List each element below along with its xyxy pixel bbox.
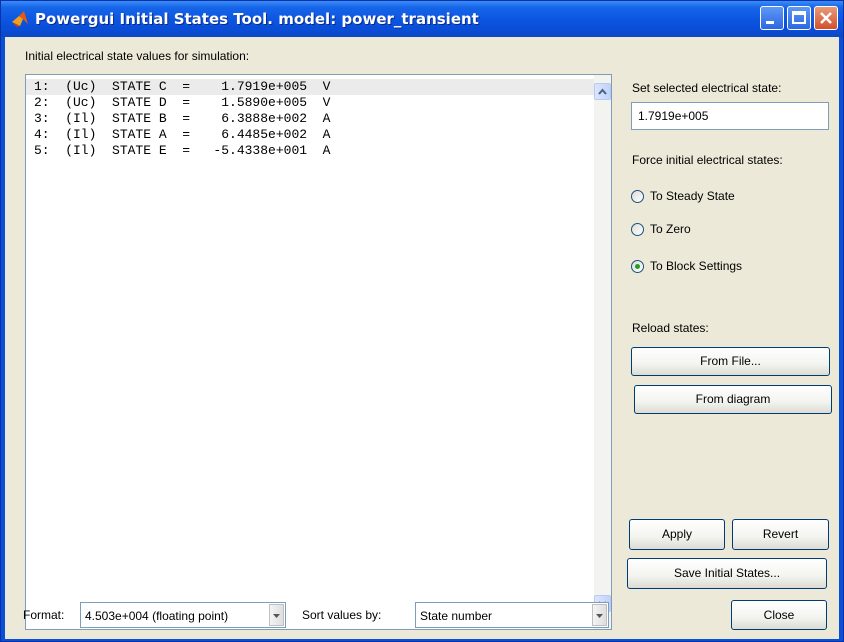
reload-states-label: Reload states: — [632, 321, 709, 335]
sort-dropdown-button[interactable] — [592, 604, 607, 626]
close-window-button[interactable] — [814, 6, 838, 30]
minimize-button[interactable] — [760, 6, 784, 30]
list-item[interactable]: 1: (Uc) STATE C = 1.7919e+005 V — [26, 79, 596, 95]
close-icon — [820, 12, 832, 24]
states-heading: Initial electrical state values for simu… — [25, 49, 250, 63]
list-item[interactable]: 5: (Il) STATE E = -5.4338e+001 A — [26, 143, 596, 159]
set-selected-label: Set selected electrical state: — [632, 81, 782, 95]
list-item[interactable]: 2: (Uc) STATE D = 1.5890e+005 V — [26, 95, 596, 111]
radio-circle[interactable] — [631, 190, 644, 203]
format-label: Format: — [23, 608, 65, 622]
format-dropdown-button[interactable] — [269, 604, 284, 626]
maximize-button[interactable] — [787, 6, 811, 30]
list-item[interactable]: 4: (Il) STATE A = 6.4485e+002 A — [26, 127, 596, 143]
apply-button[interactable]: Apply — [629, 519, 725, 550]
radio-label: To Block Settings — [650, 259, 743, 273]
radio-circle[interactable] — [631, 260, 644, 273]
minimize-icon — [766, 21, 774, 24]
format-select[interactable]: 4.503e+004 (floating point) — [80, 602, 286, 628]
radio-steady-state[interactable]: To Steady State — [631, 187, 831, 207]
chevron-up-icon — [598, 88, 607, 95]
title-bar[interactable]: Powergui Initial States Tool. model: pow… — [1, 1, 843, 37]
save-initial-states-button[interactable]: Save Initial States... — [627, 558, 827, 589]
radio-zero[interactable]: To Zero — [631, 220, 831, 240]
powergui-window: Powergui Initial States Tool. model: pow… — [0, 0, 844, 642]
scroll-up-button[interactable] — [594, 83, 611, 100]
radio-label: To Steady State — [650, 189, 735, 203]
list-item[interactable]: 3: (Il) STATE B = 6.3888e+002 A — [26, 111, 596, 127]
matlab-logo-icon — [12, 11, 28, 27]
chevron-down-icon — [596, 614, 603, 618]
sort-by-select[interactable]: State number — [415, 602, 609, 628]
vertical-scrollbar[interactable] — [594, 75, 611, 629]
dialog-client-area: Initial electrical state values for simu… — [5, 37, 839, 639]
revert-button[interactable]: Revert — [732, 519, 829, 550]
radio-selected-dot — [635, 264, 640, 269]
close-button[interactable]: Close — [731, 600, 827, 630]
force-states-label: Force initial electrical states: — [632, 153, 783, 167]
states-listbox[interactable]: 1: (Uc) STATE C = 1.7919e+005 V 2: (Uc) … — [25, 74, 612, 630]
radio-block-settings[interactable]: To Block Settings — [631, 257, 831, 277]
from-diagram-button[interactable]: From diagram — [634, 385, 832, 414]
sort-by-label: Sort values by: — [302, 608, 382, 622]
chevron-down-icon — [273, 614, 280, 618]
radio-circle[interactable] — [631, 223, 644, 236]
maximize-icon — [792, 11, 806, 24]
window-title: Powergui Initial States Tool. model: pow… — [35, 10, 479, 28]
radio-label: To Zero — [650, 222, 691, 236]
selected-state-input[interactable]: 1.7919e+005 — [631, 102, 829, 130]
from-file-button[interactable]: From File... — [631, 347, 830, 376]
sort-by-select-value: State number — [420, 609, 493, 623]
format-select-value: 4.503e+004 (floating point) — [85, 609, 229, 623]
